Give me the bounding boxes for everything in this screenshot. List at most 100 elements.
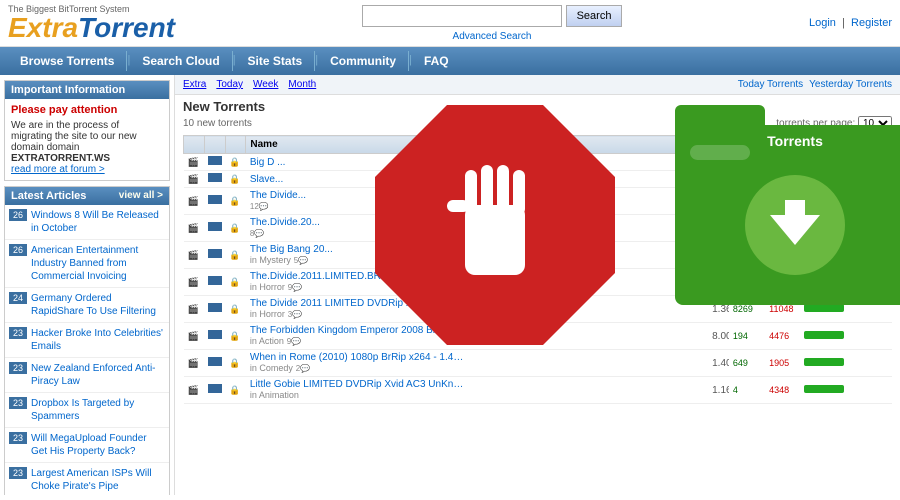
attention-text: Please pay attention (11, 104, 163, 116)
cell-seeds: 2543 (729, 269, 765, 296)
nav-community[interactable]: Community (318, 51, 409, 71)
col-icon (184, 136, 205, 154)
cell-flag (204, 171, 225, 188)
table-row: 🎬 🔒 Big D ... MB 7145 15368 (184, 154, 892, 171)
cell-icon: 🎬 (184, 323, 205, 350)
health-bar (804, 304, 844, 312)
info-box-title: Important Information (5, 81, 169, 99)
cell-leeches: 15368 (765, 154, 800, 171)
article-link[interactable]: Germany Ordered RapidShare To Use Filter… (31, 292, 165, 318)
search-button[interactable]: Search (566, 5, 623, 27)
cell-lock: 🔒 (225, 188, 246, 215)
nav-browse-torrents[interactable]: Browse Torrents (8, 51, 127, 71)
torrent-link[interactable]: The.Divide.20... (250, 217, 470, 228)
torrent-link[interactable]: The Divide... (250, 190, 470, 201)
torrent-link[interactable]: Little Gobie LIMITED DVDRip Xvid AC3 UnK… (250, 379, 470, 390)
cell-seeds: 649 (729, 350, 765, 377)
nav-search-cloud[interactable]: Search Cloud (130, 51, 232, 71)
table-row: 🎬 🔒 The Divide... 12💬 706.09 MB 4072 160… (184, 188, 892, 215)
article-date: 26 (9, 244, 27, 256)
table-row: 🎬 🔒 Slave... MB 3133 7658 (184, 171, 892, 188)
list-item: 24 Germany Ordered RapidShare To Use Fil… (5, 288, 169, 323)
per-page-select[interactable]: 10 25 50 (858, 116, 892, 131)
cell-health (800, 323, 891, 350)
articles-view-all[interactable]: view all > (119, 190, 163, 202)
torrent-link[interactable]: When in Rome (2010) 1080p BrRip x264 - 1… (250, 352, 470, 363)
cell-health (800, 171, 891, 188)
article-link[interactable]: Dropbox Is Targeted by Spammers (31, 397, 165, 423)
cell-name: The Divide 2011 LIMITED DVDRip XviD-SPAR… (246, 296, 708, 323)
cell-seeds: 4072 (729, 188, 765, 215)
cell-seeds: 194 (729, 323, 765, 350)
list-item: 23 Will MegaUpload Founder Get His Prope… (5, 428, 169, 463)
table-row: 🎬 🔒 The Big Bang 20... in Mystery 5💬 1.8… (184, 242, 892, 269)
sidebar: Important Information Please pay attenti… (0, 75, 175, 495)
search-input[interactable] (362, 5, 562, 27)
cell-lock: 🔒 (225, 269, 246, 296)
cell-flag (204, 323, 225, 350)
article-link[interactable]: Hacker Broke Into Celebrities' Emails (31, 327, 165, 353)
cell-flag (204, 377, 225, 404)
cell-icon: 🎬 (184, 377, 205, 404)
torrent-link[interactable]: The.Divide.2011.LIMITED.BRRiP.XviD.AbSur… (250, 271, 470, 282)
content-link-month[interactable]: Month (288, 79, 316, 90)
torrent-link[interactable]: Big D ... (250, 157, 470, 168)
cell-icon: 🎬 (184, 188, 205, 215)
table-row: 🎬 🔒 When in Rome (2010) 1080p BrRip x264… (184, 350, 892, 377)
nav-site-stats[interactable]: Site Stats (236, 51, 316, 71)
article-link[interactable]: Windows 8 Will Be Released in October (31, 209, 165, 235)
cell-name: Little Gobie LIMITED DVDRip Xvid AC3 UnK… (246, 377, 708, 404)
list-item: 23 New Zealand Enforced Anti-Piracy Law (5, 358, 169, 393)
cell-health (800, 377, 891, 404)
articles-list: 26 Windows 8 Will Be Released in October… (5, 205, 169, 495)
advanced-search-link[interactable]: Advanced Search (453, 31, 532, 42)
nav-faq[interactable]: FAQ (412, 51, 461, 71)
health-bar (804, 174, 844, 182)
health-bar (804, 277, 844, 285)
cell-leeches: 5468 (765, 269, 800, 296)
login-link[interactable]: Login (809, 17, 836, 29)
list-item: 26 Windows 8 Will Be Released in October (5, 205, 169, 240)
torrent-link[interactable]: The Divide 2011 LIMITED DVDRip XviD-SPAR… (250, 298, 470, 309)
article-link[interactable]: Largest American ISPs Will Choke Pirate'… (31, 467, 165, 493)
article-link[interactable]: American Entertainment Industry Banned f… (31, 244, 165, 283)
header-right: Login | Register (809, 17, 892, 29)
list-item: 26 American Entertainment Industry Banne… (5, 240, 169, 288)
torrent-link[interactable]: The Big Bang 20... (250, 244, 470, 255)
article-link[interactable]: Will MegaUpload Founder Get His Property… (31, 432, 165, 458)
torrents-subheader: 10 new torrents torrents per page: 10 25… (183, 116, 892, 131)
cell-health (800, 350, 891, 377)
cell-size: 1.40 GB (708, 350, 729, 377)
torrent-link[interactable]: Slave... (250, 174, 470, 185)
col-seeds: S (729, 136, 765, 154)
main-layout: Important Information Please pay attenti… (0, 75, 900, 495)
info-box: Important Information Please pay attenti… (4, 80, 170, 181)
new-torrents-section: New Torrents 10 new torrents torrents pe… (175, 95, 900, 408)
article-date: 23 (9, 362, 27, 374)
content-top-right: Today Torrents Yesterday Torrents (738, 79, 892, 90)
search-area: Search Advanced Search (362, 5, 623, 42)
today-torrents-link[interactable]: Today Torrents (738, 79, 803, 90)
article-date: 23 (9, 467, 27, 479)
col-flag (204, 136, 225, 154)
cell-name: The.Divide.20... 8💬 (246, 215, 708, 242)
cell-size: 1.88 GB (708, 242, 729, 269)
health-bar (804, 331, 844, 339)
article-date: 23 (9, 397, 27, 409)
content-link-week[interactable]: Week (253, 79, 278, 90)
register-link[interactable]: Register (851, 17, 892, 29)
col-size (708, 136, 729, 154)
cell-lock: 🔒 (225, 171, 246, 188)
health-bar (804, 358, 844, 366)
yesterday-torrents-link[interactable]: Yesterday Torrents (809, 79, 892, 90)
info-read-more[interactable]: read more at forum > (11, 164, 105, 175)
torrent-link[interactable]: The Forbidden Kingdom Emperor 2008 BluRa… (250, 325, 470, 336)
articles-title: Latest Articles (11, 190, 86, 202)
cell-size: 1.36 GB (708, 296, 729, 323)
article-link[interactable]: New Zealand Enforced Anti-Piracy Law (31, 362, 165, 388)
cell-name: When in Rome (2010) 1080p BrRip x264 - 1… (246, 350, 708, 377)
cell-seeds: 8269 (729, 296, 765, 323)
content-link-extra[interactable]: Extra (183, 79, 206, 90)
cell-size: MB (708, 171, 729, 188)
content-link-today[interactable]: Today (216, 79, 243, 90)
